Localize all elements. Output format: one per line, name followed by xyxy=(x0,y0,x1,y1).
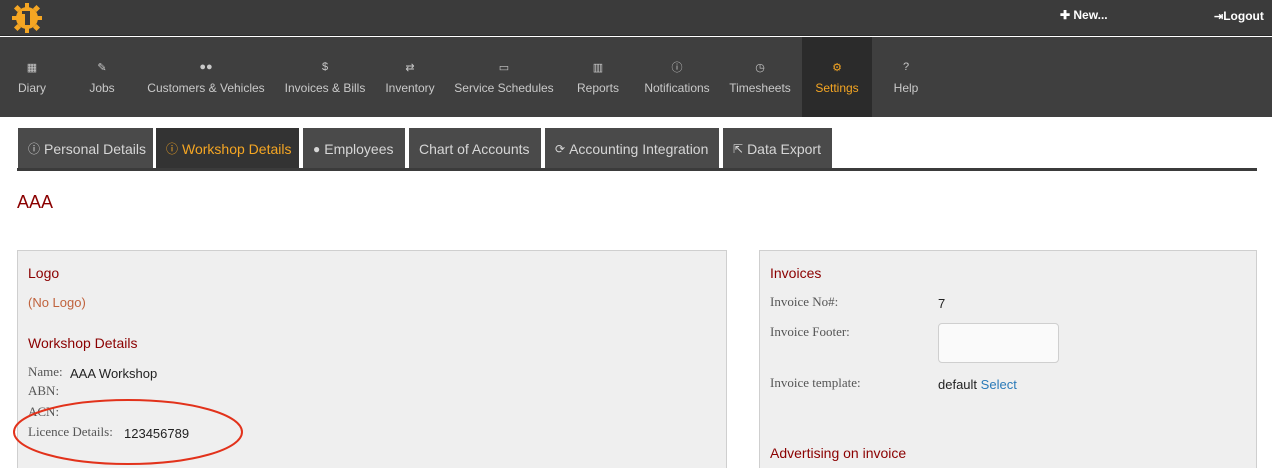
tab-label: Accounting Integration xyxy=(569,140,709,157)
logout-icon: ⇥ xyxy=(1214,11,1224,23)
question-icon: ? xyxy=(902,61,910,73)
tab-workshop-details[interactable]: ⓘ Workshop Details xyxy=(155,127,300,169)
nav-label: Timesheets xyxy=(729,81,791,95)
nav-item-reports[interactable]: ▥ Reports xyxy=(573,37,623,117)
nav-item-settings[interactable]: ⚙ Settings xyxy=(802,37,872,117)
nav-item-notifications[interactable]: ⓘ Notifications xyxy=(640,37,714,117)
clock-icon: ◷ xyxy=(755,61,765,74)
licence-details-value: 123456789 xyxy=(124,426,190,441)
wrench-icon: ✎ xyxy=(97,61,107,74)
invoice-no-value: 7 xyxy=(938,296,946,311)
app-logo-icon[interactable] xyxy=(12,3,42,33)
invoice-no-label: Invoice No#: xyxy=(770,294,839,309)
licence-details-label: Licence Details: xyxy=(28,424,113,439)
tab-accounting-integration[interactable]: ⟳ Accounting Integration xyxy=(544,127,720,169)
user-icon: ● xyxy=(313,141,321,156)
new-button[interactable]: ✚ New... xyxy=(1060,8,1108,22)
logout-label: Logout xyxy=(1223,9,1264,23)
name-value: AAA Workshop xyxy=(70,366,158,381)
tab-chart-of-accounts[interactable]: Chart of Accounts xyxy=(408,127,542,169)
nav-label: Inventory xyxy=(385,81,435,95)
nav-label: Help xyxy=(893,81,919,95)
advertising-heading: Advertising on invoice xyxy=(770,445,907,461)
nav-item-inventory[interactable]: ⇄ Inventory xyxy=(382,37,438,117)
template-name: default xyxy=(938,377,978,392)
nav-label: Service Schedules xyxy=(454,81,554,95)
calendar-outline-icon: ▭ xyxy=(498,61,510,74)
no-logo-link[interactable]: (No Logo) xyxy=(28,295,86,310)
nav-item-service-schedules[interactable]: ▭ Service Schedules xyxy=(451,37,557,117)
exchange-icon: ⇄ xyxy=(405,61,415,74)
calendar-icon: ▦ xyxy=(26,61,38,74)
invoice-template-value: default Select xyxy=(938,377,1017,392)
tab-underline xyxy=(17,168,1257,171)
main-nav: ▦ Diary ✎ Jobs ●● Customers & Vehicles $… xyxy=(0,37,1272,117)
nav-item-timesheets[interactable]: ◷ Timesheets xyxy=(726,37,794,117)
tab-employees[interactable]: ● Employees xyxy=(302,127,406,169)
workshop-details-heading: Workshop Details xyxy=(28,335,138,351)
nav-label: Settings xyxy=(815,81,859,95)
bar-chart-icon: ▥ xyxy=(592,61,604,74)
refresh-icon: ⟳ xyxy=(555,141,566,156)
invoice-footer-input[interactable] xyxy=(938,323,1059,363)
info-circle-icon: ⓘ xyxy=(671,62,683,74)
select-template-link[interactable]: Select xyxy=(981,377,1017,392)
page-title: AAA xyxy=(17,192,54,212)
share-icon: ⇱ xyxy=(733,141,744,156)
top-bar: ✚ New... ⇥Logout xyxy=(0,0,1272,36)
invoices-heading: Invoices xyxy=(770,265,822,281)
invoices-panel: Invoices Invoice No#: 7 Invoice Footer: … xyxy=(759,250,1257,468)
cogs-icon: ⚙ xyxy=(832,61,842,74)
users-icon: ●● xyxy=(199,61,213,73)
dollar-icon: $ xyxy=(321,61,329,73)
workshop-panel: Logo (No Logo) Workshop Details Name: AA… xyxy=(17,250,727,468)
info-circle-icon: ⓘ xyxy=(166,142,179,156)
nav-label: Reports xyxy=(576,81,620,95)
info-circle-icon: ⓘ xyxy=(28,142,41,156)
nav-item-invoices-bills[interactable]: $ Invoices & Bills xyxy=(281,37,369,117)
invoice-template-label: Invoice template: xyxy=(770,375,861,390)
nav-label: Diary xyxy=(17,81,46,95)
tab-label: Chart of Accounts xyxy=(419,140,530,157)
tab-label: Employees xyxy=(324,140,394,157)
tab-label: Workshop Details xyxy=(182,140,292,157)
invoice-footer-label: Invoice Footer: xyxy=(770,324,850,339)
name-label: Name: xyxy=(28,364,63,379)
logo-heading: Logo xyxy=(28,265,60,281)
tab-label: Data Export xyxy=(747,140,821,157)
logout-button[interactable]: ⇥Logout xyxy=(1214,9,1264,23)
nav-label: Customers & Vehicles xyxy=(147,81,265,95)
nav-label: Invoices & Bills xyxy=(284,81,366,95)
acn-label: ACN: xyxy=(28,404,60,419)
tab-personal-details[interactable]: ⓘ Personal Details xyxy=(17,127,154,169)
tab-label: Personal Details xyxy=(44,140,146,157)
nav-item-customers-vehicles[interactable]: ●● Customers & Vehicles xyxy=(144,37,268,117)
tab-data-export[interactable]: ⇱ Data Export xyxy=(722,127,833,169)
nav-item-jobs[interactable]: ✎ Jobs xyxy=(84,37,120,117)
nav-label: Jobs xyxy=(89,81,115,95)
nav-item-diary[interactable]: ▦ Diary xyxy=(14,37,50,117)
abn-label: ABN: xyxy=(28,383,60,398)
nav-label: Notifications xyxy=(644,81,710,95)
nav-item-help[interactable]: ? Help xyxy=(888,37,924,117)
